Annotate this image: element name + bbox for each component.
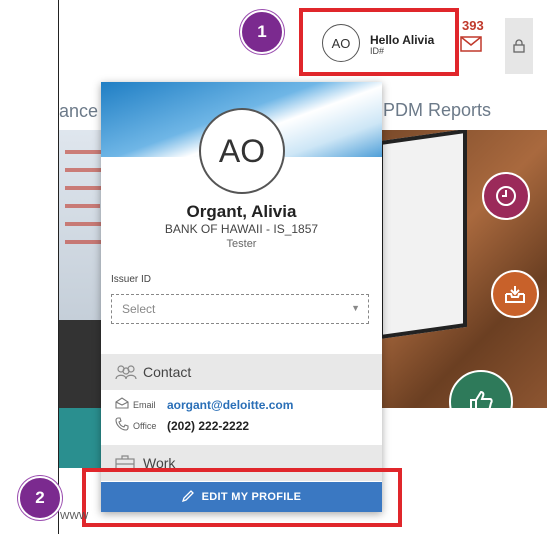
annotation-box-2 (82, 468, 402, 527)
email-row: Email aorgant@deloitte.com (115, 397, 293, 412)
lock-button[interactable] (505, 18, 533, 74)
inbox-icon[interactable] (491, 270, 539, 318)
profile-organization: BANK OF HAWAII - IS_1857 (164, 222, 319, 236)
profile-role: Tester (226, 238, 257, 250)
phone-icon (115, 417, 133, 434)
notification-count: 393 (462, 18, 484, 33)
contact-heading: Contact (143, 364, 192, 380)
email-label: Email (133, 399, 156, 410)
contact-icon (115, 363, 137, 381)
issuer-select-value: Select (122, 302, 156, 316)
office-value: (202) 222-2222 (167, 418, 250, 433)
email-value[interactable]: aorgant@deloitte.com (167, 398, 293, 412)
contact-section-header: Contact (101, 354, 382, 390)
issuer-id-label: Issuer ID (111, 274, 152, 285)
email-icon (115, 397, 133, 412)
office-label: Office (133, 420, 157, 431)
profile-name: Organt, Alivia (186, 202, 297, 221)
user-avatar[interactable]: AO (322, 24, 360, 62)
greeting-text[interactable]: Hello Alivia (370, 33, 434, 47)
office-row: Office (202) 222-2222 (115, 417, 249, 434)
tablet-image-right (379, 130, 467, 340)
lock-icon (513, 39, 525, 53)
issuer-id-select[interactable]: Select ▼ (111, 294, 369, 324)
annotation-badge-2: 2 (18, 476, 62, 520)
chevron-down-icon: ▼ (351, 303, 360, 313)
annotation-badge-1: 1 (240, 10, 284, 54)
nav-tab-pdm-reports[interactable]: PDM Reports (383, 100, 491, 121)
user-id-label: ID# (370, 46, 385, 56)
footer-text: WWW (60, 511, 89, 522)
nav-tab-left[interactable]: ance (59, 101, 98, 122)
mail-icon[interactable] (460, 36, 482, 52)
profile-avatar: AO (199, 108, 285, 194)
clock-icon[interactable] (482, 172, 530, 220)
profile-card: AO Organt, Alivia BANK OF HAWAII - IS_18… (101, 82, 382, 512)
